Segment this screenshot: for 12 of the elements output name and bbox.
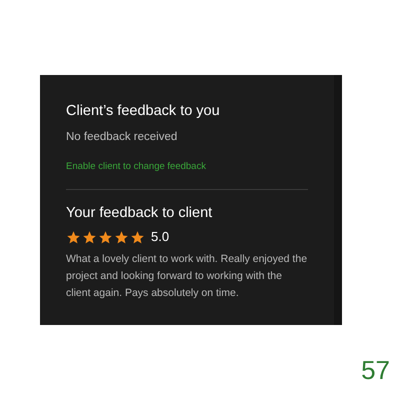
feedback-status: No feedback received bbox=[66, 130, 178, 144]
page-number: 57 bbox=[361, 355, 390, 385]
star-icon bbox=[130, 230, 145, 244]
section-title: Client’s feedback to you bbox=[66, 102, 221, 120]
star-icon bbox=[114, 230, 129, 244]
rating-value: 5.0 bbox=[151, 229, 170, 245]
feedback-comment: What a lovely client to work with. Really enjoyed the project and looking forward to working with the client again. Pays absolutely on time. bbox=[66, 252, 308, 301]
star-icon bbox=[98, 230, 113, 244]
star-icon bbox=[82, 230, 97, 244]
star-icon bbox=[66, 230, 81, 244]
enable-feedback-link[interactable]: Enable client to change feedback bbox=[66, 161, 308, 173]
section-title: Your feedback to client bbox=[66, 204, 214, 222]
